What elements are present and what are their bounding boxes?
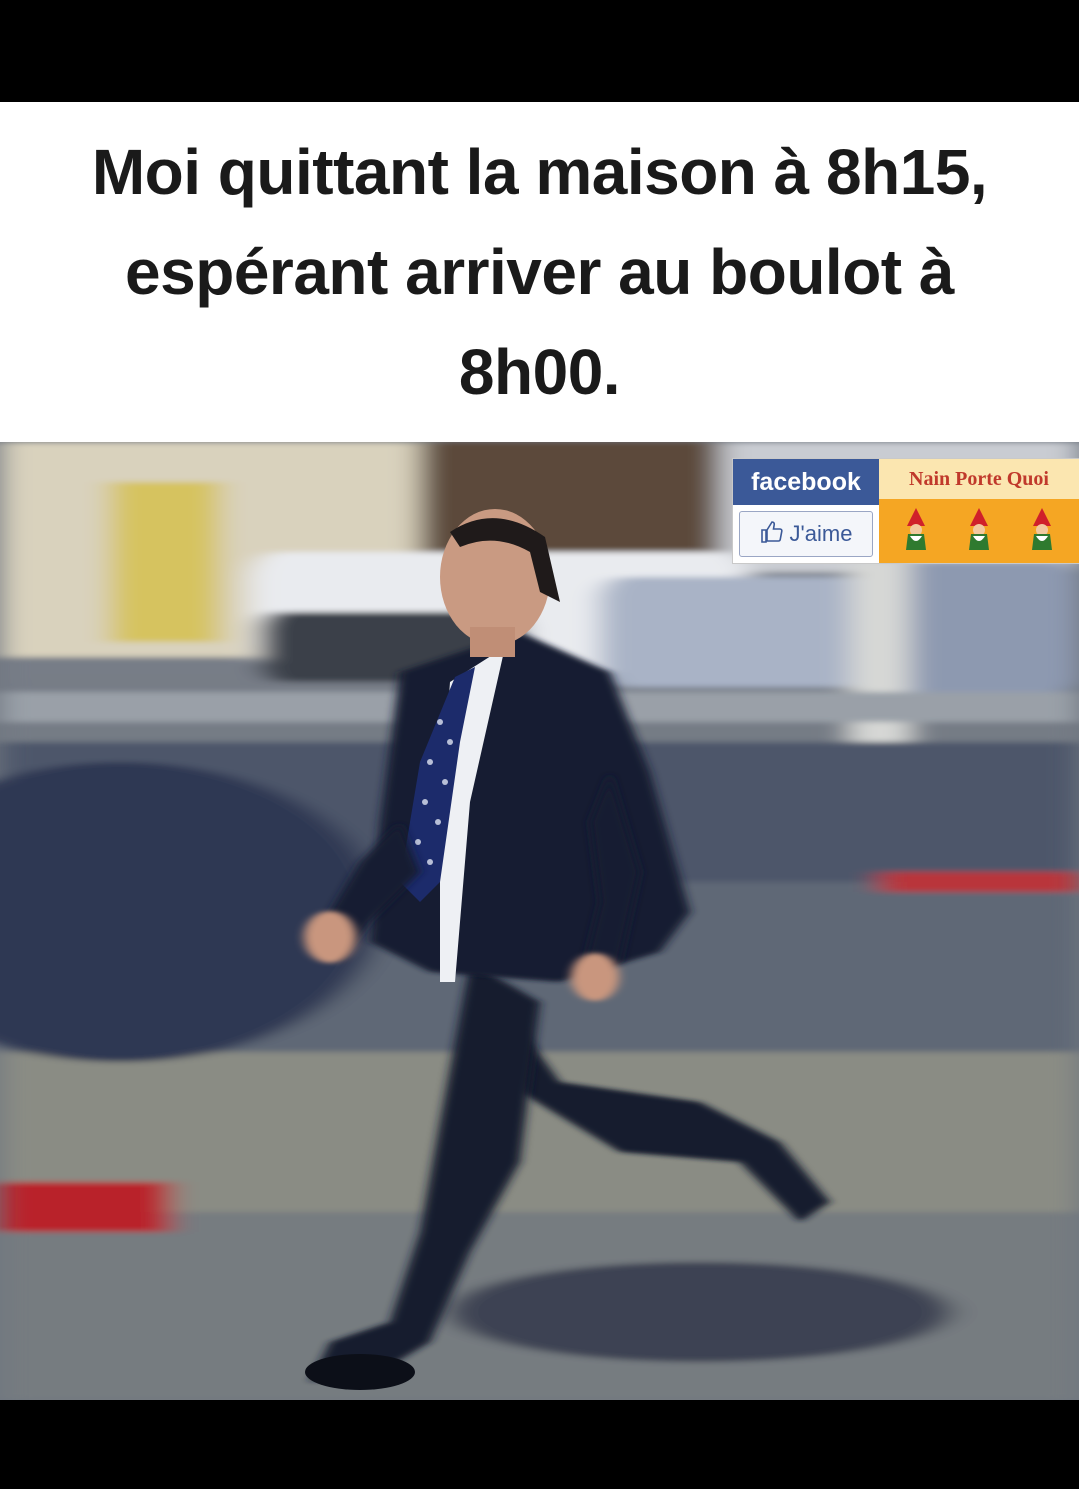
like-label: J'aime: [789, 521, 853, 546]
running-man-illustration: [0, 442, 1079, 1400]
meme-photo: [0, 442, 1079, 1400]
meme-caption-area: Moi quittant la maison à 8h15, espérant …: [0, 102, 1079, 442]
meme-caption: Moi quittant la maison à 8h15, espérant …: [91, 136, 988, 408]
facebook-like-box: facebook J'aime: [733, 459, 879, 563]
like-button[interactable]: J'aime: [739, 511, 873, 557]
page-banner: Nain Porte Quoi: [879, 459, 1079, 563]
bottom-black-bar: [0, 1400, 1079, 1489]
gnome-icon: [899, 506, 933, 557]
thumbs-up-icon: [760, 520, 784, 549]
gnome-icon: [962, 506, 996, 557]
facebook-label: facebook: [733, 459, 879, 505]
page-name: Nain Porte Quoi: [879, 459, 1079, 499]
gnome-illustrations: [879, 499, 1079, 563]
gnome-icon: [1025, 506, 1059, 557]
top-black-bar: [0, 0, 1079, 102]
facebook-page-watermark: facebook J'aime Nain Porte Quoi: [732, 458, 1079, 564]
